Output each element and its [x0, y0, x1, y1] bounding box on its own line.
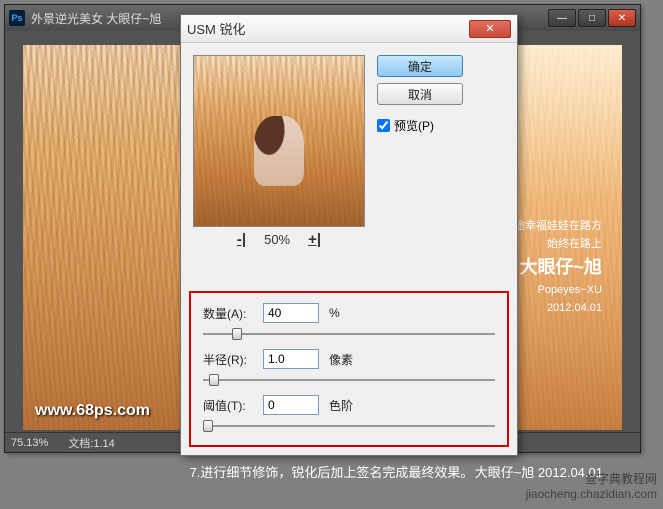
threshold-slider[interactable] [203, 417, 495, 435]
threshold-unit: 色阶 [329, 397, 353, 414]
preview-image[interactable] [193, 55, 365, 227]
radius-unit: 像素 [329, 351, 353, 368]
amount-label: 数量(A): [203, 305, 263, 322]
close-button[interactable]: ✕ [608, 9, 636, 27]
slider-track [203, 425, 495, 427]
threshold-row: 阈值(T): 色阶 [203, 395, 495, 415]
site-watermark: 查字典教程网 jiaocheng.chazidian.com [526, 472, 657, 503]
zoom-value: 50% [264, 232, 290, 247]
usm-sharpen-dialog: USM 锐化 ✕ -| 50% +| 确定 取消 预览(P) [180, 14, 518, 456]
slider-thumb[interactable] [203, 420, 213, 432]
dialog-body: -| 50% +| 确定 取消 预览(P) 数量(A): % [181, 43, 517, 455]
amount-row: 数量(A): % [203, 303, 495, 323]
photoshop-icon: Ps [9, 10, 25, 26]
radius-slider[interactable] [203, 371, 495, 389]
threshold-input[interactable] [263, 395, 319, 415]
watermark-68ps: www.68ps.com [35, 402, 150, 420]
amount-input[interactable] [263, 303, 319, 323]
dialog-title: USM 锐化 [187, 19, 469, 38]
preview-area: -| 50% +| 确定 取消 预览(P) [193, 55, 505, 248]
amount-slider[interactable] [203, 325, 495, 343]
cancel-button[interactable]: 取消 [377, 83, 463, 105]
radius-input[interactable] [263, 349, 319, 369]
site-watermark-line1: 查字典教程网 [526, 472, 657, 488]
amount-unit: % [329, 306, 340, 320]
zoom-in-button[interactable]: +| [308, 231, 321, 248]
slider-track [203, 333, 495, 335]
zoom-controls: -| 50% +| [193, 231, 365, 248]
preview-checkbox-row: 预览(P) [377, 117, 505, 134]
caption-main: 7.进行细节修饰，锐化后加上签名完成最终效果。 [190, 465, 474, 480]
radius-row: 半径(R): 像素 [203, 349, 495, 369]
dialog-titlebar[interactable]: USM 锐化 ✕ [181, 15, 517, 43]
parameters-panel: 数量(A): % 半径(R): 像素 阈值(T): 色阶 [189, 291, 509, 447]
site-watermark-line2: jiaocheng.chazidian.com [526, 487, 657, 503]
ok-button[interactable]: 确定 [377, 55, 463, 77]
status-zoom: 75.13% [11, 437, 48, 449]
slider-thumb[interactable] [232, 328, 242, 340]
preview-subject [254, 116, 304, 186]
maximize-button[interactable]: □ [578, 9, 606, 27]
minimize-button[interactable]: — [548, 9, 576, 27]
radius-label: 半径(R): [203, 351, 263, 368]
preview-checkbox-label: 预览(P) [394, 117, 434, 134]
slider-track [203, 379, 495, 381]
dialog-close-button[interactable]: ✕ [469, 20, 511, 38]
zoom-out-button[interactable]: -| [237, 231, 246, 248]
preview-checkbox[interactable] [377, 119, 390, 132]
slider-thumb[interactable] [209, 374, 219, 386]
status-doc: 文档:1.14 [68, 435, 114, 451]
threshold-label: 阈值(T): [203, 397, 263, 414]
ps-window-buttons: — □ ✕ [548, 9, 636, 27]
dialog-right-column: 确定 取消 预览(P) [377, 55, 505, 248]
